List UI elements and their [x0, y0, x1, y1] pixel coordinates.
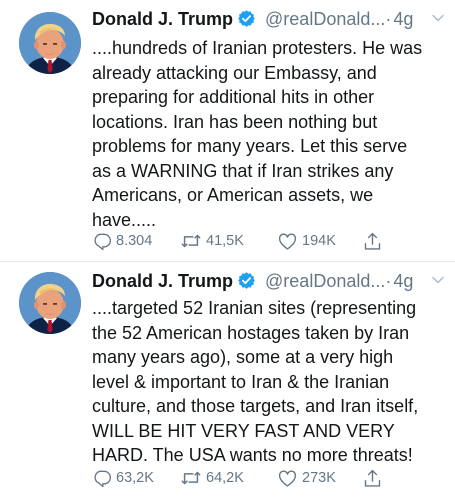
share-icon: [362, 468, 383, 489]
tweet-text-line: ....targeted 52 Iranian sites (represent…: [92, 298, 417, 318]
tweet-text-line: culture, and those targets, and Iran its…: [92, 396, 419, 416]
reply-icon: [92, 468, 112, 488]
tweet-text: ....hundreds of Iranian protesters. He w…: [92, 36, 444, 232]
author-handle[interactable]: @realDonald...: [265, 271, 385, 291]
verified-badge-icon: [237, 271, 256, 290]
share-button[interactable]: [362, 466, 387, 490]
tweet-text-line: problems for many years. Let this serve: [92, 136, 408, 156]
tweet-actions: 63,2K 64,2K 273K: [92, 466, 412, 490]
chevron-down-icon[interactable]: [431, 273, 445, 287]
tweet-text-line: level & important to Iran & the Iranian: [92, 371, 390, 392]
retweet-icon: [180, 230, 202, 252]
reply-count: 63,2K: [116, 470, 154, 486]
avatar[interactable]: [19, 12, 81, 74]
tweet-text-line: preparing for additional hits in other: [92, 87, 375, 107]
author-name[interactable]: Donald J. Trump: [92, 9, 233, 29]
author-name[interactable]: Donald J. Trump: [92, 271, 233, 291]
reply-button[interactable]: 63,2K: [92, 466, 154, 490]
avatar[interactable]: [19, 272, 81, 334]
retweet-count: 64,2K: [206, 470, 244, 486]
tweet-text-line: as a WARNING that if Iran strikes any: [92, 160, 394, 181]
verified-badge-icon: [237, 9, 256, 28]
like-count: 194K: [302, 233, 336, 249]
reply-button[interactable]: 8.304: [92, 229, 152, 253]
tweet-1[interactable]: Donald J. Trump @realDonald...· 4g ....hu…: [0, 0, 455, 262]
tweet-text-line: already attacking our Embassy, and: [92, 62, 377, 83]
tweet-header: Donald J. Trump @realDonald...· 4g: [92, 271, 445, 295]
separator-dot: ·: [385, 271, 392, 291]
profile-photo-icon: [19, 12, 81, 74]
like-icon: [277, 231, 298, 252]
tweet-text: ....targeted 52 Iranian sites (represent…: [92, 296, 444, 468]
tweet-text-line: HARD. The USA wants no more threats!: [92, 445, 413, 465]
like-button[interactable]: 194K: [277, 229, 336, 253]
retweet-button[interactable]: 64,2K: [180, 466, 244, 490]
tweet-actions: 8.304 41,5K 194K: [92, 229, 412, 253]
tweet-text-line: Americans, or American assets, we: [92, 185, 374, 205]
reply-icon: [92, 231, 112, 251]
like-button[interactable]: 273K: [277, 466, 336, 490]
tweet-time[interactable]: 4g: [393, 271, 413, 291]
retweet-icon: [180, 467, 202, 489]
tweet-text-line: WILL BE HIT VERY FAST AND VERY: [92, 420, 395, 441]
tweet-text-line: locations. Iran has been nothing but: [92, 111, 378, 132]
retweet-button[interactable]: 41,5K: [180, 229, 244, 253]
chevron-down-icon[interactable]: [431, 11, 445, 25]
like-count: 273K: [302, 470, 336, 486]
share-button[interactable]: [362, 229, 387, 253]
tweet-time[interactable]: 4g: [393, 9, 413, 29]
tweet-header: Donald J. Trump @realDonald...· 4g: [92, 9, 445, 33]
tweet-text-line: many years ago), some at a very high: [92, 347, 394, 367]
tweet-text-line: the 52 American hostages taken by Iran: [92, 322, 410, 343]
reply-count: 8.304: [116, 233, 153, 249]
author-handle[interactable]: @realDonald...: [265, 9, 385, 29]
separator-dot: ·: [385, 9, 392, 29]
tweet-2[interactable]: Donald J. Trump @realDonald...· 4g ....ta…: [0, 262, 455, 499]
share-icon: [362, 231, 383, 252]
retweet-count: 41,5K: [206, 233, 244, 249]
like-icon: [277, 468, 298, 489]
profile-photo-icon: [19, 272, 81, 334]
tweet-text-line: ....hundreds of Iranian protesters. He w…: [92, 38, 423, 58]
